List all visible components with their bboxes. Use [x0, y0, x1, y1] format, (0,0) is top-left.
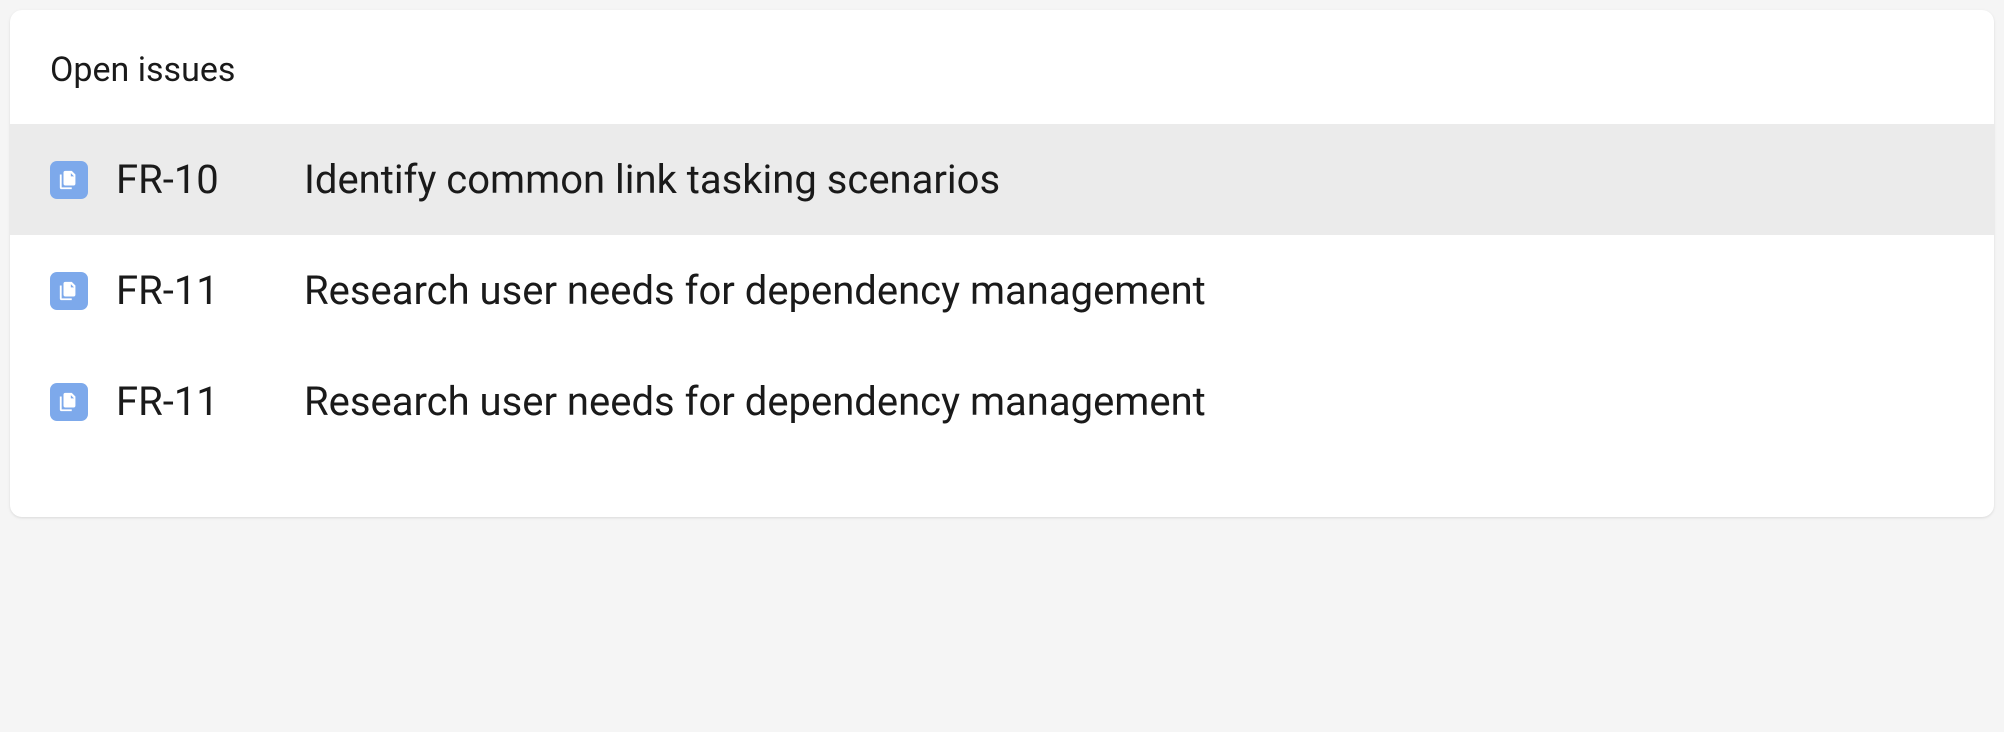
issue-title: Research user needs for dependency manag… [294, 267, 1206, 314]
issue-title: Identify common link tasking scenarios [294, 156, 1000, 203]
page-copy-icon [50, 272, 88, 310]
issue-row[interactable]: FR-10 Identify common link tasking scenar… [10, 124, 1994, 235]
open-issues-panel: Open issues FR-10 Identify common link ta… [10, 10, 1994, 517]
issue-key: FR-10 [116, 156, 266, 203]
issue-title: Research user needs for dependency manag… [294, 378, 1206, 425]
page-copy-icon [50, 383, 88, 421]
issue-row[interactable]: FR-11 Research user needs for dependency … [10, 235, 1994, 346]
issue-row[interactable]: FR-11 Research user needs for dependency … [10, 346, 1994, 457]
issue-key: FR-11 [116, 267, 266, 314]
issue-key: FR-11 [116, 378, 266, 425]
panel-title: Open issues [50, 50, 1954, 90]
panel-header: Open issues [10, 10, 1994, 124]
page-copy-icon [50, 161, 88, 199]
issues-list: FR-10 Identify common link tasking scenar… [10, 124, 1994, 457]
